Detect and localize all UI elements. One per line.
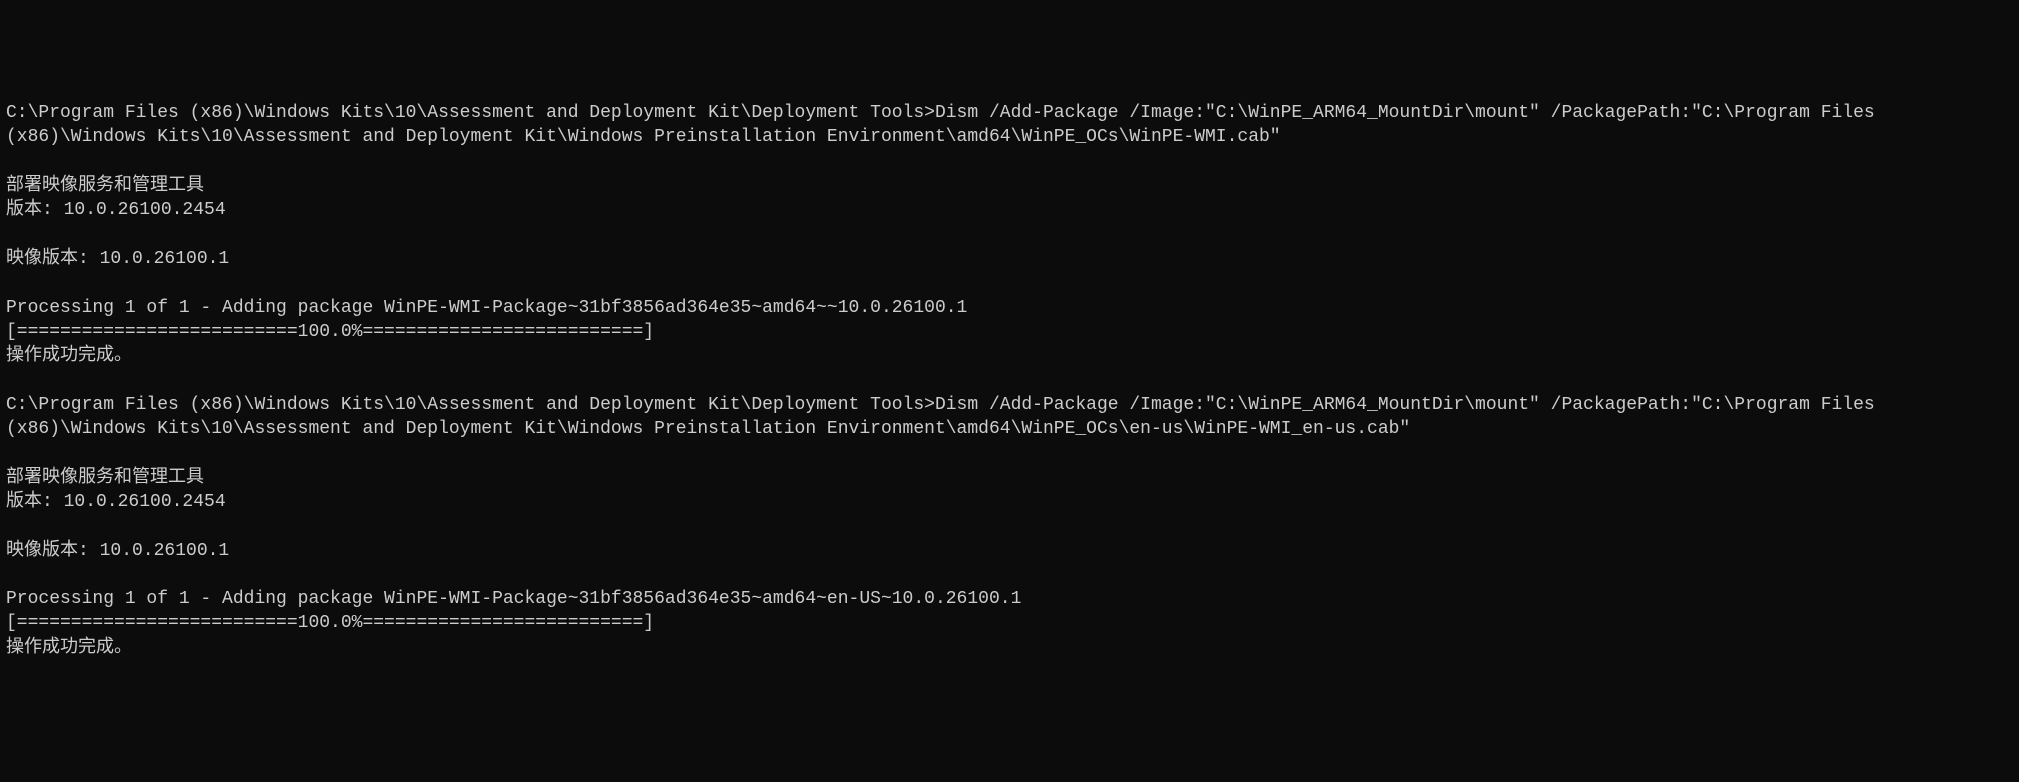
blank-line [6,441,2013,465]
prompt: C:\Program Files (x86)\Windows Kits\10\A… [6,395,935,415]
image-version: 映像版本: 10.0.26100.1 [6,539,2013,563]
blank-line [6,563,2013,587]
blank-line [6,223,2013,247]
progress-bar: [==========================100.0%=======… [6,320,2013,344]
blank-line [6,271,2013,295]
blank-line [6,150,2013,174]
processing-status: Processing 1 of 1 - Adding package WinPE… [6,296,2013,320]
blank-line [6,368,2013,392]
prompt: C:\Program Files (x86)\Windows Kits\10\A… [6,103,935,123]
success-message: 操作成功完成。 [6,636,2013,660]
tool-version: 版本: 10.0.26100.2454 [6,490,2013,514]
progress-bar: [==========================100.0%=======… [6,611,2013,635]
tool-name: 部署映像服务和管理工具 [6,174,2013,198]
terminal-output[interactable]: C:\Program Files (x86)\Windows Kits\10\A… [6,101,2013,660]
tool-version: 版本: 10.0.26100.2454 [6,198,2013,222]
blank-line [6,514,2013,538]
image-version: 映像版本: 10.0.26100.1 [6,247,2013,271]
processing-status: Processing 1 of 1 - Adding package WinPE… [6,587,2013,611]
tool-name: 部署映像服务和管理工具 [6,466,2013,490]
command-line-2: C:\Program Files (x86)\Windows Kits\10\A… [6,393,2013,442]
success-message: 操作成功完成。 [6,344,2013,368]
command-line-1: C:\Program Files (x86)\Windows Kits\10\A… [6,101,2013,150]
